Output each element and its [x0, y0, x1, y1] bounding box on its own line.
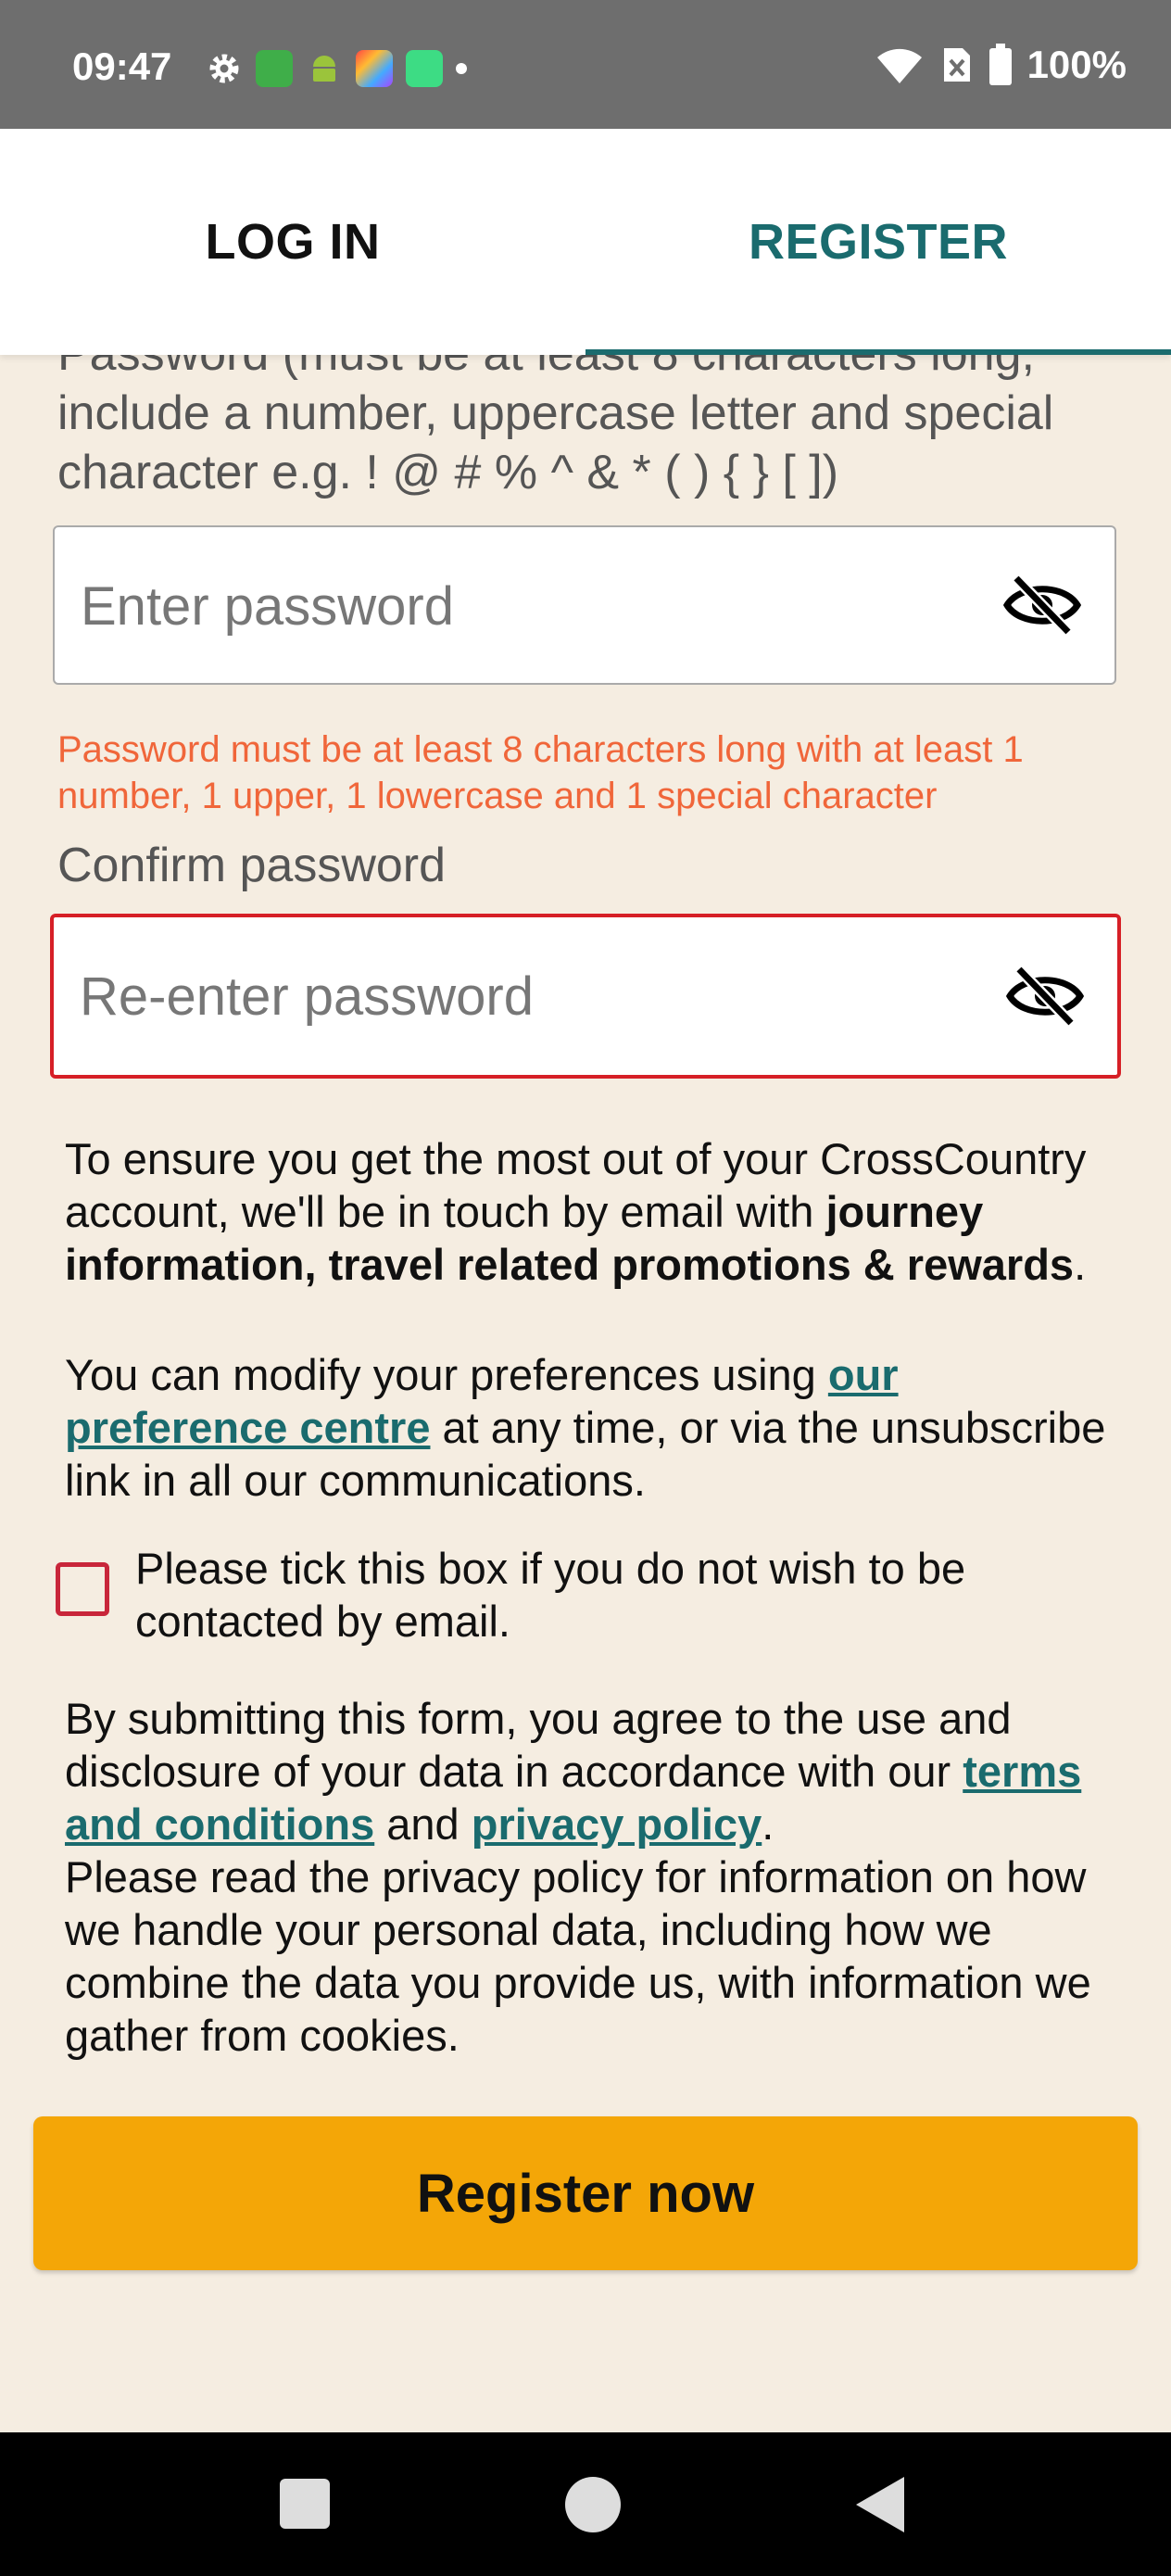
legal-end: . [762, 1799, 774, 1849]
home-button[interactable] [565, 2477, 621, 2532]
password-field[interactable] [53, 525, 1116, 685]
legal-paragraph: By submitting this form, you agree to th… [65, 1692, 1112, 2062]
wifi-icon [876, 48, 922, 83]
register-now-button[interactable]: Register now [33, 2116, 1138, 2270]
eye-slash-icon[interactable] [1006, 964, 1084, 1029]
auth-tabs: LOG IN REGISTER [0, 129, 1171, 355]
active-tab-indicator [586, 349, 1171, 355]
confirm-password-label: Confirm password [57, 839, 447, 892]
password-input[interactable] [79, 527, 1009, 685]
back-button[interactable] [856, 2477, 904, 2532]
email-info-end: . [1074, 1240, 1087, 1289]
tab-register[interactable]: REGISTER [586, 129, 1171, 355]
password-error-message: Password must be at least 8 characters l… [57, 729, 1024, 816]
tab-log-in[interactable]: LOG IN [0, 129, 586, 355]
legal-text: By submitting this form, you agree to th… [65, 1694, 1012, 1796]
confirm-password-input[interactable] [78, 917, 1008, 1075]
system-navigation-bar [0, 2432, 1171, 2576]
status-bar: 09:47 100% [0, 0, 1171, 129]
status-time: 09:47 [72, 44, 172, 88]
android-icon [313, 56, 335, 82]
app-notification-icon [256, 50, 293, 87]
app-notification-icon-2 [406, 50, 443, 87]
system-status: 100% [874, 43, 1127, 87]
privacy-info-text: Please read the privacy policy for infor… [65, 1852, 1091, 2060]
more-notifications-dot-icon [456, 63, 467, 74]
privacy-policy-link[interactable]: privacy policy [472, 1799, 762, 1849]
preferences-paragraph: You can modify your preferences using ou… [65, 1348, 1112, 1507]
register-form-content: Password (must be at least 8 characters … [0, 0, 1171, 2432]
confirm-password-field[interactable] [50, 914, 1121, 1079]
battery-icon [988, 44, 1012, 85]
email-info-paragraph: To ensure you get the most out of your C… [65, 1132, 1112, 1291]
photos-app-icon [356, 50, 393, 87]
no-sim-icon [943, 48, 970, 82]
battery-percentage: 100% [1026, 43, 1127, 86]
settings-gear-icon [209, 54, 239, 83]
preferences-text: You can modify your preferences using [65, 1350, 828, 1399]
opt-out-checkbox[interactable] [56, 1562, 109, 1616]
recents-button[interactable] [280, 2479, 330, 2529]
opt-out-label[interactable]: Please tick this box if you do not wish … [135, 1542, 1108, 1648]
legal-and: and [374, 1799, 472, 1849]
notification-icons [206, 48, 467, 89]
eye-slash-icon[interactable] [1003, 573, 1081, 638]
